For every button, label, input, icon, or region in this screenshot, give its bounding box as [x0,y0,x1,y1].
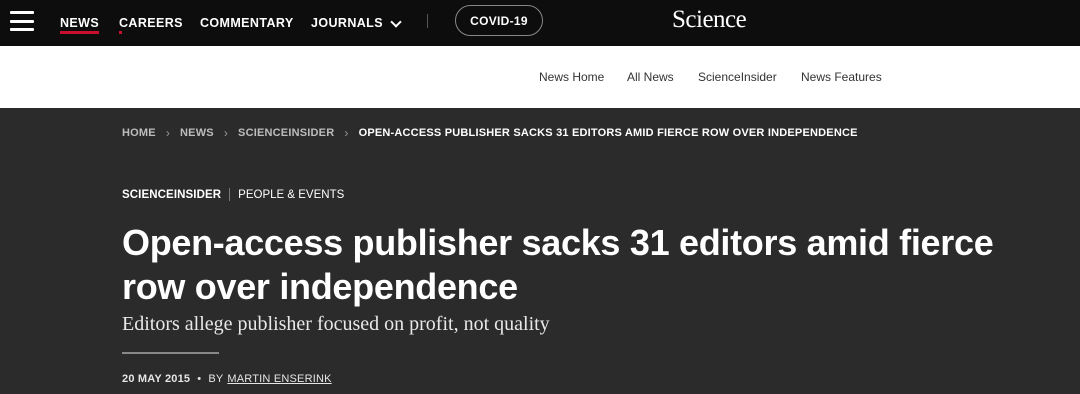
tag-section[interactable]: SCIENCEINSIDER [122,189,221,201]
top-navigation: NEWS CAREERS COMMENTARY JOURNALS COVID-1… [0,0,1080,46]
headline-rule [122,352,219,354]
article-headline: Open-access publisher sacks 31 editors a… [122,222,994,307]
subnav-scienceinsider[interactable]: ScienceInsider [698,70,777,84]
breadcrumb-news[interactable]: NEWS [180,127,214,139]
chevron-right-icon: › [344,126,349,140]
nav-careers[interactable]: CAREERS [119,0,183,46]
nav-commentary[interactable]: COMMENTARY [200,0,294,46]
byline-separator: • [197,373,202,385]
chevron-right-icon: › [223,126,229,140]
tag-category[interactable]: PEOPLE & EVENTS [238,189,344,201]
byline: 20 MAY 2015 • BY MARTIN ENSERINK [122,373,332,385]
tag-divider [229,188,231,201]
subnav-all-news[interactable]: All News [627,70,674,84]
subnav-news-home[interactable]: News Home [539,70,604,84]
covid-button[interactable]: COVID-19 [455,5,543,36]
sub-navigation: News Home All News ScienceInsider News F… [0,46,1080,108]
science-logo[interactable]: Science [672,6,747,34]
article-header: HOME › NEWS › SCIENCEINSIDER › OPEN-ACCE… [0,108,1080,394]
breadcrumb-scienceinsider[interactable]: SCIENCEINSIDER [238,127,334,139]
chevron-down-icon [390,15,402,28]
article-tags: SCIENCEINSIDER PEOPLE & EVENTS [122,188,344,201]
breadcrumb: HOME › NEWS › SCIENCEINSIDER › OPEN-ACCE… [122,126,858,140]
menu-icon[interactable] [10,11,34,31]
nav-journals-label: JOURNALS [311,16,383,30]
breadcrumb-home[interactable]: HOME [122,127,156,139]
article-dek: Editors allege publisher focused on prof… [122,313,550,335]
nav-news[interactable]: NEWS [60,0,100,46]
nav-journals[interactable]: JOURNALS [311,0,402,46]
author-link[interactable]: MARTIN ENSERINK [227,373,331,385]
breadcrumb-current: OPEN-ACCESS PUBLISHER SACKS 31 EDITORS A… [358,127,858,139]
byline-by: BY [208,373,224,385]
nav-divider [427,14,428,28]
publish-date: 20 MAY 2015 [122,373,191,385]
subnav-news-features[interactable]: News Features [801,70,882,84]
chevron-right-icon: › [165,126,171,140]
